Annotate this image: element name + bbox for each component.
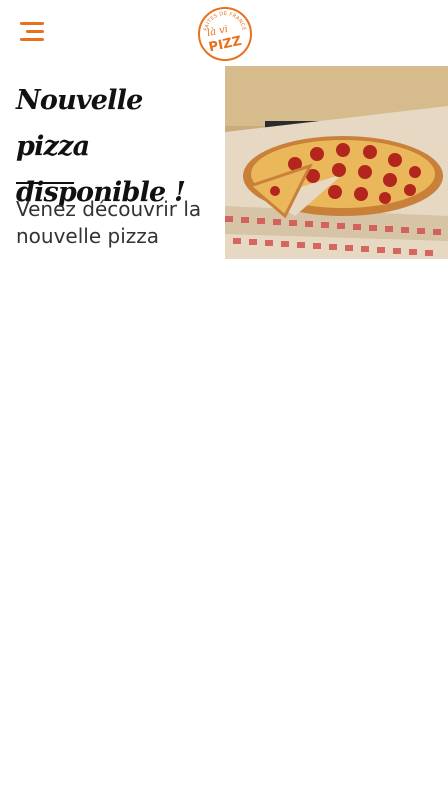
pepperoni-pizza-photo bbox=[225, 66, 448, 259]
app-header: FAITES DE FRANCE là vi PIZZ bbox=[0, 0, 448, 64]
title-divider bbox=[16, 182, 74, 184]
card-description: Venez découvrir la nouvelle pizza bbox=[16, 197, 202, 248]
news-card[interactable]: Nouvelle pizza disponible ! Venez découv… bbox=[0, 66, 448, 260]
hamburger-menu-icon[interactable] bbox=[18, 20, 48, 44]
brand-logo[interactable]: FAITES DE FRANCE là vi PIZZ bbox=[196, 4, 254, 62]
pizza-image[interactable] bbox=[225, 66, 448, 259]
